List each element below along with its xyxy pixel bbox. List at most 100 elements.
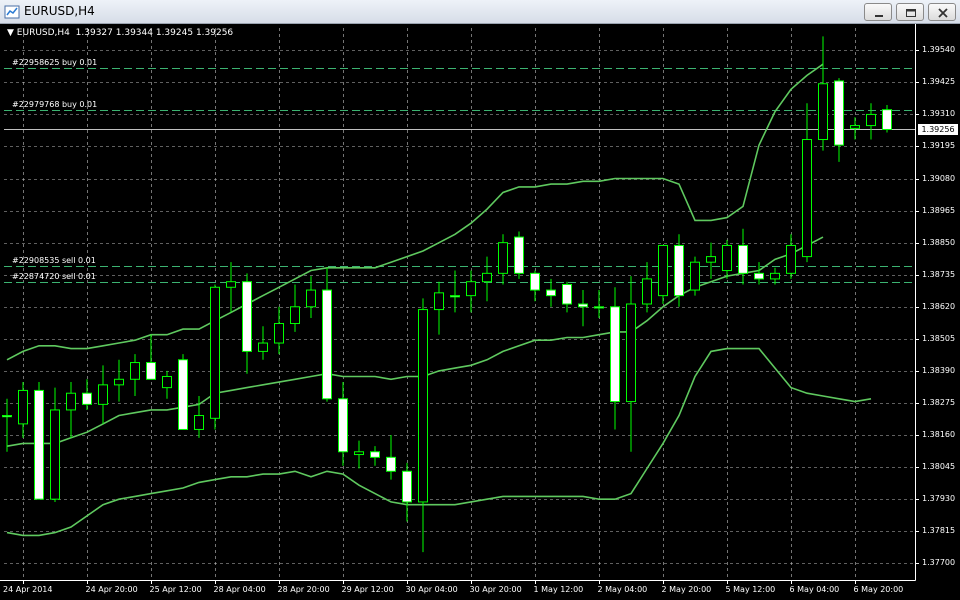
close-icon bbox=[938, 8, 948, 18]
candle bbox=[594, 290, 604, 318]
candle-body-up bbox=[130, 362, 140, 380]
candle-body-down bbox=[562, 283, 572, 305]
candle-body-up bbox=[466, 281, 476, 297]
candle-body-up bbox=[274, 323, 284, 344]
axes bbox=[0, 24, 919, 584]
price-chart[interactable] bbox=[0, 24, 960, 600]
candle-body-down bbox=[2, 415, 12, 418]
maximize-button[interactable] bbox=[896, 3, 924, 21]
candle-body-up bbox=[66, 392, 76, 411]
order-label[interactable]: #22958625 buy 0.01 bbox=[12, 58, 97, 67]
candle-body-up bbox=[690, 261, 700, 291]
order-label[interactable]: #22874720 sell 0.01 bbox=[12, 272, 96, 281]
candle-body-up bbox=[658, 244, 668, 297]
candle-body-up bbox=[802, 139, 812, 258]
candle-body-down bbox=[386, 456, 396, 472]
candle bbox=[18, 382, 28, 438]
candle-body-down bbox=[834, 80, 844, 146]
close-button[interactable] bbox=[928, 3, 956, 21]
candle bbox=[338, 382, 348, 466]
candle-body-down bbox=[34, 389, 44, 500]
y-tick-label: 1.38620 bbox=[922, 301, 956, 311]
candle-body-up bbox=[194, 415, 204, 430]
chart-window-icon bbox=[4, 5, 20, 19]
x-tick-label: 2 May 04:00 bbox=[597, 585, 648, 594]
candle-body-up bbox=[642, 278, 652, 305]
candle-body-up bbox=[18, 389, 28, 425]
candle bbox=[226, 262, 236, 313]
y-tick-label: 1.39310 bbox=[922, 108, 956, 118]
candle-body-down bbox=[242, 281, 252, 352]
y-tick-label: 1.39080 bbox=[922, 173, 956, 183]
candle-body-down bbox=[146, 362, 156, 380]
candle-body-up bbox=[290, 306, 300, 325]
candle bbox=[706, 242, 716, 279]
order-label[interactable]: #22979768 buy 0.01 bbox=[12, 100, 97, 109]
window-title: EURUSD,H4 bbox=[24, 4, 95, 18]
open-value: 1.39327 bbox=[75, 28, 113, 38]
candle bbox=[242, 273, 252, 374]
candle bbox=[418, 298, 428, 553]
chart-area[interactable]: ▼ EURUSD,H4 1.39327 1.39344 1.39245 1.39… bbox=[0, 24, 960, 600]
y-tick-label: 1.38850 bbox=[922, 237, 956, 247]
candle-body-up bbox=[818, 83, 828, 141]
candle bbox=[850, 117, 860, 140]
candle-body-down bbox=[546, 289, 556, 297]
window-titlebar[interactable]: EURUSD,H4 bbox=[0, 0, 960, 24]
candle-body-down bbox=[594, 306, 604, 309]
x-tick-label: 25 Apr 12:00 bbox=[149, 585, 202, 594]
candle-body-up bbox=[210, 286, 220, 419]
candle bbox=[498, 234, 508, 285]
current-price-label: 1.39256 bbox=[918, 124, 958, 135]
candle bbox=[322, 267, 332, 402]
order-label[interactable]: #22908535 sell 0.01 bbox=[12, 256, 96, 265]
high-value: 1.39344 bbox=[115, 28, 153, 38]
info-triangle-icon: ▼ bbox=[7, 28, 17, 38]
x-tick-label: 6 May 20:00 bbox=[853, 585, 904, 594]
low-value: 1.39245 bbox=[155, 28, 194, 38]
candle-body-up bbox=[626, 303, 636, 403]
candle bbox=[786, 234, 796, 279]
candle-body-down bbox=[882, 109, 892, 130]
candle-body-down bbox=[402, 470, 412, 503]
candle bbox=[258, 326, 268, 360]
candle bbox=[818, 36, 828, 151]
candle-body-up bbox=[770, 272, 780, 280]
candle bbox=[722, 239, 732, 279]
candle bbox=[466, 270, 476, 313]
candle-body-up bbox=[306, 289, 316, 308]
candle bbox=[34, 382, 44, 500]
candle-body-up bbox=[354, 451, 364, 456]
x-tick-label: 5 May 12:00 bbox=[725, 585, 776, 594]
candle bbox=[402, 462, 412, 522]
y-tick-label: 1.38390 bbox=[922, 365, 956, 375]
y-tick-label: 1.39425 bbox=[922, 76, 956, 86]
candle bbox=[386, 435, 396, 480]
order-lines bbox=[4, 68, 915, 283]
x-tick-label: 24 Apr 2014 bbox=[3, 585, 53, 594]
candle bbox=[82, 379, 92, 410]
candle-body-down bbox=[578, 303, 588, 308]
x-tick-label: 24 Apr 20:00 bbox=[85, 585, 138, 594]
y-tick-label: 1.37700 bbox=[922, 557, 956, 567]
y-tick-label: 1.39540 bbox=[922, 44, 956, 54]
candle bbox=[210, 284, 220, 430]
candle bbox=[754, 262, 764, 285]
candle-body-up bbox=[850, 125, 860, 129]
x-tick-label: 28 Apr 20:00 bbox=[277, 585, 330, 594]
candle bbox=[434, 281, 444, 335]
candle bbox=[578, 290, 588, 327]
y-tick-label: 1.37930 bbox=[922, 493, 956, 503]
x-tick-label: 2 May 20:00 bbox=[661, 585, 712, 594]
candle-body-up bbox=[434, 292, 444, 311]
candle-body-up bbox=[162, 375, 172, 389]
minimize-button[interactable] bbox=[864, 3, 892, 21]
candle-body-up bbox=[786, 244, 796, 274]
y-tick-label: 1.38045 bbox=[922, 461, 956, 471]
x-tick-label: 30 Apr 20:00 bbox=[469, 585, 522, 594]
candle bbox=[658, 244, 668, 304]
candle bbox=[450, 270, 460, 313]
candle bbox=[626, 276, 636, 452]
candle bbox=[770, 267, 780, 285]
candle-body-down bbox=[754, 272, 764, 280]
